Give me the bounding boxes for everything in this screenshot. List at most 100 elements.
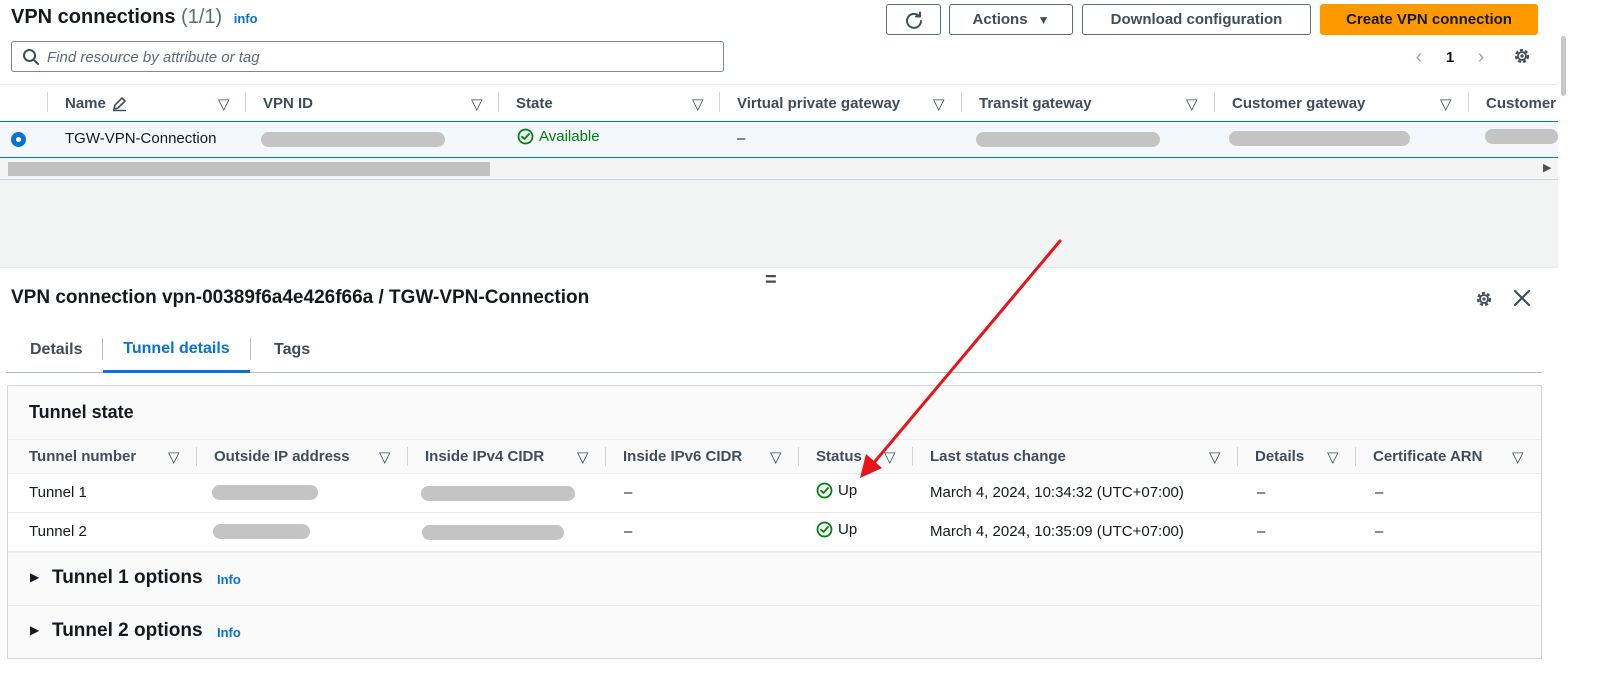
sort-icon[interactable]: ▽ [1512, 440, 1524, 473]
caret-right-icon[interactable]: ▶ [30, 623, 39, 637]
sort-icon[interactable]: ▽ [218, 85, 230, 122]
sort-icon[interactable]: ▽ [1186, 85, 1198, 122]
horizontal-scrollbar[interactable]: ▶ [0, 158, 1558, 180]
inside-ipv6-cell: – [624, 523, 633, 540]
column-divider[interactable] [912, 447, 913, 466]
column-divider[interactable] [1237, 447, 1238, 466]
column-divider[interactable] [47, 92, 48, 112]
check-circle-icon [517, 128, 534, 145]
column-header-customer-gateway[interactable]: Customer gateway [1232, 85, 1365, 122]
certificate-arn-cell: – [1375, 484, 1384, 501]
previous-page-icon[interactable]: ‹ [1408, 46, 1430, 69]
sort-icon[interactable]: ▽ [1440, 85, 1452, 122]
column-header-virtual-private-gateway[interactable]: Virtual private gateway [737, 85, 900, 122]
tunnel-state-container: Tunnel state Tunnel number ▽ Outside IP … [7, 385, 1542, 659]
panel-preferences-gear-icon[interactable] [1474, 289, 1494, 309]
tab-details[interactable]: Details [30, 327, 82, 372]
column-header-outside-ip[interactable]: Outside IP address [214, 440, 350, 473]
tunnel-1-options-section[interactable]: ▶ Tunnel 1 options Info [8, 552, 1541, 605]
detail-tabs: Details Tunnel details Tags [6, 327, 1542, 373]
redacted-transit-gateway [976, 132, 1160, 147]
column-divider[interactable] [1468, 92, 1469, 112]
column-divider[interactable] [196, 447, 197, 466]
search-icon [23, 49, 39, 65]
redacted-inside-ipv4 [422, 525, 564, 540]
scrollbar-thumb[interactable] [1561, 36, 1566, 96]
column-header-customer[interactable]: Customer [1486, 85, 1556, 122]
column-header-inside-ipv4[interactable]: Inside IPv4 CIDR [425, 440, 544, 473]
section-heading[interactable]: Tunnel 2 options [52, 620, 203, 642]
column-header-tunnel-number[interactable]: Tunnel number [29, 440, 136, 473]
create-vpn-connection-label: Create VPN connection [1346, 11, 1512, 28]
column-header-status[interactable]: Status [816, 440, 862, 473]
caret-right-icon[interactable]: ▶ [30, 570, 39, 584]
section-heading[interactable]: Tunnel 1 options [52, 567, 203, 589]
column-header-vpn-id[interactable]: VPN ID [263, 85, 313, 122]
tunnel-2-options-section[interactable]: ▶ Tunnel 2 options Info [8, 605, 1541, 658]
status-label: Up [838, 482, 858, 499]
column-divider[interactable] [245, 92, 246, 112]
column-divider[interactable] [719, 92, 720, 112]
column-header-name[interactable]: Name [65, 85, 128, 122]
scroll-right-arrow-icon[interactable]: ▶ [1543, 161, 1551, 174]
panel-resize-handle-icon[interactable]: = [765, 269, 777, 292]
check-circle-icon [816, 521, 833, 538]
vpn-table-header: Name ▽ VPN ID ▽ State ▽ Virtual private … [0, 84, 1558, 121]
page-title: VPN connections (1/1) info [11, 6, 258, 29]
tunnel-number-cell: Tunnel 2 [29, 523, 87, 540]
close-icon[interactable] [1512, 288, 1532, 308]
sort-icon[interactable]: ▽ [168, 440, 180, 473]
tab-tunnel-details[interactable]: Tunnel details [103, 327, 250, 373]
info-link[interactable]: info [234, 11, 258, 26]
certificate-arn-cell: – [1375, 523, 1384, 540]
sort-icon[interactable]: ▽ [471, 85, 483, 122]
column-label: Name [65, 95, 106, 112]
column-divider[interactable] [605, 447, 606, 466]
vertical-scrollbar[interactable] [1558, 0, 1568, 681]
sort-icon[interactable]: ▽ [1327, 440, 1339, 473]
table-preferences-gear-icon[interactable] [1512, 46, 1532, 66]
column-header-inside-ipv6[interactable]: Inside IPv6 CIDR [623, 440, 742, 473]
info-link[interactable]: Info [217, 625, 241, 640]
column-divider[interactable] [498, 92, 499, 112]
sort-icon[interactable]: ▽ [770, 440, 782, 473]
status-label: Up [838, 521, 858, 538]
last-status-change-cell: March 4, 2024, 10:35:09 (UTC+07:00) [930, 523, 1184, 540]
sort-icon[interactable]: ▽ [577, 440, 589, 473]
sort-icon[interactable]: ▽ [379, 440, 391, 473]
column-divider[interactable] [1214, 92, 1215, 112]
download-configuration-button[interactable]: Download configuration [1082, 4, 1311, 35]
scrollbar-thumb[interactable] [8, 162, 490, 176]
actions-dropdown-button[interactable]: Actions ▼ [949, 4, 1073, 35]
sort-icon[interactable]: ▽ [884, 440, 896, 473]
column-divider[interactable] [798, 447, 799, 466]
column-header-last-status-change[interactable]: Last status change [930, 440, 1066, 473]
redacted-outside-ip [212, 485, 318, 500]
column-header-transit-gateway[interactable]: Transit gateway [979, 85, 1092, 122]
search-input[interactable] [47, 46, 707, 68]
column-divider[interactable] [407, 447, 408, 466]
create-vpn-connection-button[interactable]: Create VPN connection [1320, 4, 1538, 35]
edit-pencil-icon [112, 96, 126, 112]
next-page-icon[interactable]: › [1470, 46, 1492, 69]
refresh-icon [905, 11, 922, 29]
sort-icon[interactable]: ▽ [1209, 440, 1221, 473]
column-header-details[interactable]: Details [1255, 440, 1304, 473]
info-link[interactable]: Info [217, 572, 241, 587]
details-cell: – [1257, 523, 1266, 540]
column-header-certificate-arn[interactable]: Certificate ARN [1373, 440, 1482, 473]
refresh-button[interactable] [886, 4, 941, 35]
selection-count: (1/1) [181, 6, 223, 28]
column-divider[interactable] [1355, 447, 1356, 466]
current-page-number[interactable]: 1 [1430, 49, 1470, 66]
details-cell: – [1257, 484, 1266, 501]
column-header-state[interactable]: State [516, 85, 553, 122]
page-title-text: VPN connections [11, 6, 176, 28]
sort-icon[interactable]: ▽ [933, 85, 945, 122]
pagination: ‹ 1 › [1408, 44, 1492, 70]
tab-tags[interactable]: Tags [274, 327, 310, 372]
sort-icon[interactable]: ▽ [692, 85, 704, 122]
column-divider[interactable] [961, 92, 962, 112]
vpn-name-cell: TGW-VPN-Connection [65, 130, 217, 147]
row-select-radio[interactable] [11, 132, 26, 147]
